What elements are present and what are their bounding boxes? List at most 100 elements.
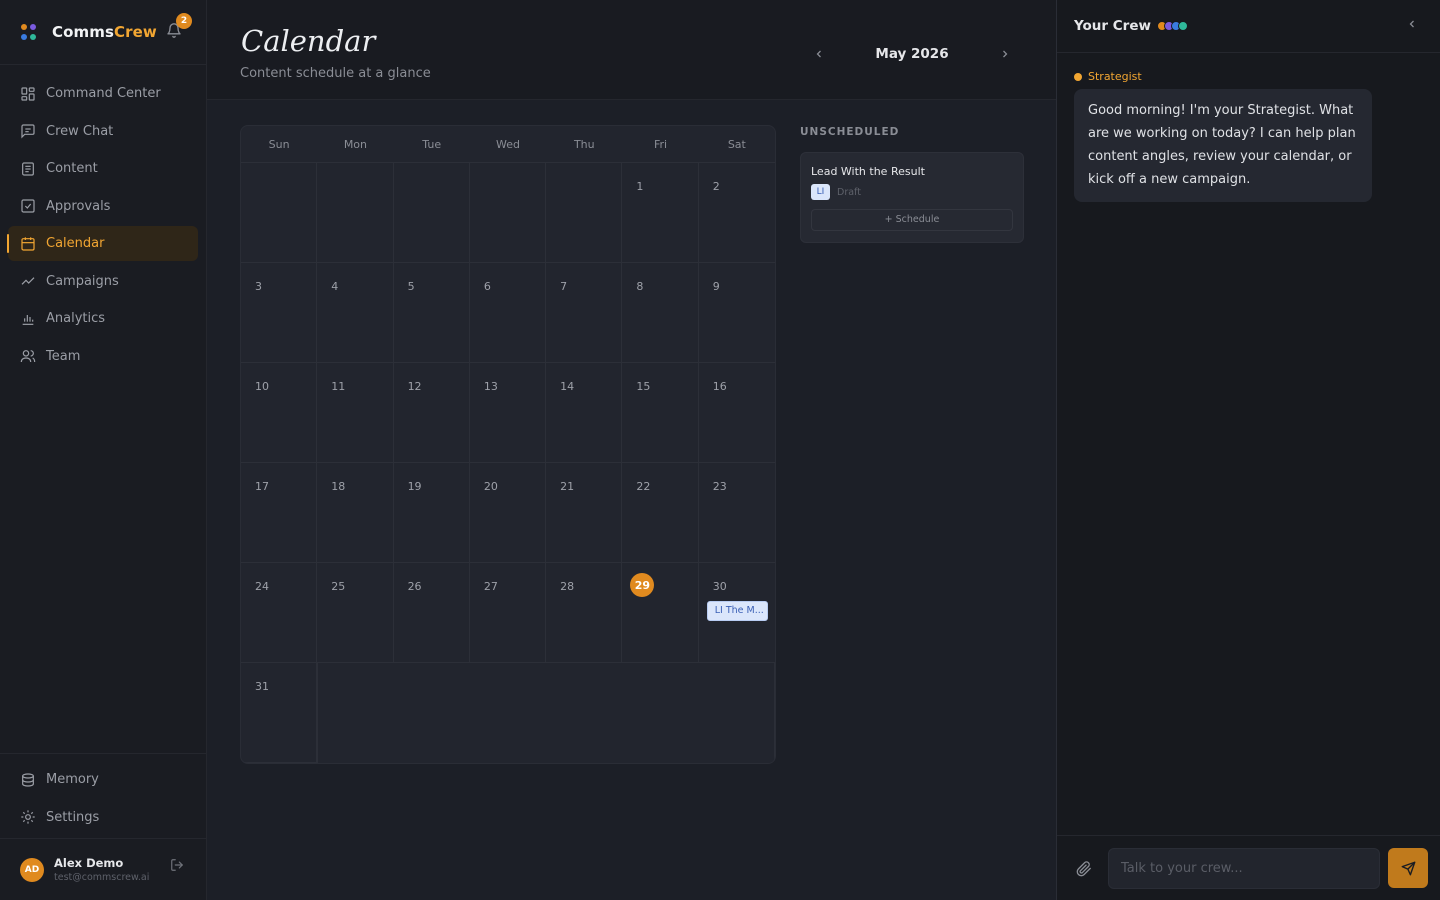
calendar-day-16[interactable]: 16 xyxy=(698,363,775,463)
calendar-day-15[interactable]: 15 xyxy=(622,363,699,463)
database-icon xyxy=(20,772,36,788)
prev-month-button[interactable] xyxy=(807,42,831,66)
day-number: 25 xyxy=(331,580,346,593)
brand-name: CommsCrew xyxy=(52,23,157,41)
calendar-day-17[interactable]: 17 xyxy=(241,463,318,563)
calendar-day-29[interactable]: 29 xyxy=(622,563,699,663)
day-number: 15 xyxy=(636,380,651,393)
day-number: 27 xyxy=(483,580,498,593)
sidebar-item-team[interactable]: Team xyxy=(8,339,198,374)
calendar-event[interactable]: LI The M... xyxy=(706,601,768,621)
calendar-day-30[interactable]: 30 LI The M... xyxy=(698,563,775,663)
sidebar-item-label: Crew Chat xyxy=(46,123,114,139)
calendar-empty-cell xyxy=(317,163,394,263)
day-number: 30 xyxy=(712,580,727,593)
unscheduled-panel: UNSCHEDULED Lead With the Result LI Draf… xyxy=(800,126,1024,243)
collapse-panel-button[interactable] xyxy=(1406,18,1418,34)
sidebar-item-calendar[interactable]: Calendar xyxy=(7,226,198,261)
user-name: Alex Demo xyxy=(54,856,124,870)
send-button[interactable] xyxy=(1388,848,1428,888)
calendar-day-31[interactable]: 31 xyxy=(241,663,318,763)
sidebar-item-label: Memory xyxy=(46,772,99,787)
calendar-day-28[interactable]: 28 xyxy=(546,563,623,663)
users-icon xyxy=(20,348,36,364)
calendar-day-4[interactable]: 4 xyxy=(317,263,394,363)
logout-icon[interactable] xyxy=(170,858,184,876)
calendar-day-13[interactable]: 13 xyxy=(469,363,547,463)
day-number: 26 xyxy=(407,580,422,593)
day-number: 9 xyxy=(712,280,720,293)
channel-badge: LI xyxy=(811,184,830,200)
calendar-day-7[interactable]: 7 xyxy=(546,263,623,363)
calendar-day-26[interactable]: 26 xyxy=(393,563,470,663)
calendar-day-22[interactable]: 22 xyxy=(622,463,699,563)
calendar-grid: Sun Mon Tue Wed Thu Fri Sat 1 2 3 4 5 6 7 8 9 10 11 12 13 1… xyxy=(240,125,776,764)
sidebar-nav: Command Center Crew Chat Content Approva… xyxy=(0,65,206,374)
avatar[interactable]: AD xyxy=(20,857,44,882)
sidebar-item-memory[interactable]: Memory xyxy=(8,762,198,797)
calendar-day-6[interactable]: 6 xyxy=(469,263,547,363)
user-email: test@commscrew.ai xyxy=(54,872,150,883)
calendar-day-3[interactable]: 3 xyxy=(241,263,318,363)
sidebar-item-crew-chat[interactable]: Crew Chat xyxy=(8,114,198,149)
calendar-day-20[interactable]: 20 xyxy=(469,463,547,563)
gear-icon xyxy=(20,809,36,825)
calendar-day-1[interactable]: 1 xyxy=(622,163,699,263)
day-number: 16 xyxy=(712,380,727,393)
calendar-icon xyxy=(20,236,36,252)
calendar-day-23[interactable]: 23 xyxy=(698,463,775,563)
sidebar-item-approvals[interactable]: Approvals xyxy=(8,189,198,224)
weekday-label: Fri xyxy=(654,138,668,151)
day-number: 10 xyxy=(255,380,269,393)
calendar-day-27[interactable]: 27 xyxy=(469,563,547,663)
unscheduled-card[interactable]: Lead With the Result LI Draft + Schedule xyxy=(800,152,1024,243)
calendar-day-9[interactable]: 9 xyxy=(698,263,775,363)
chat-input[interactable] xyxy=(1108,848,1380,889)
sidebar-item-settings[interactable]: Settings xyxy=(8,800,198,835)
chat-icon xyxy=(20,123,36,139)
calendar-day-12[interactable]: 12 xyxy=(393,363,470,463)
status-label: Draft xyxy=(837,186,861,198)
calendar-day-25[interactable]: 25 xyxy=(317,563,394,663)
sidebar-item-content[interactable]: Content xyxy=(8,151,198,186)
day-number: 31 xyxy=(255,680,269,693)
sidebar-bottom-nav: Memory Settings xyxy=(0,753,206,837)
schedule-button[interactable]: + Schedule xyxy=(811,209,1013,231)
agent-name: Strategist xyxy=(1088,70,1142,83)
day-number: 19 xyxy=(407,480,422,493)
sidebar-item-label: Analytics xyxy=(46,311,106,326)
calendar-day-5[interactable]: 5 xyxy=(393,263,470,363)
weekday-header: Sun Mon Tue Wed Thu Fri Sat xyxy=(241,126,775,163)
brand: CommsCrew 2 xyxy=(0,0,206,65)
day-number: 6 xyxy=(483,280,491,293)
day-number: 12 xyxy=(407,380,422,393)
weekday-label: Thu xyxy=(573,138,595,151)
weekday-label: Sat xyxy=(727,138,746,151)
calendar-day-11[interactable]: 11 xyxy=(317,363,394,463)
day-number: 7 xyxy=(560,280,568,293)
sidebar-item-campaigns[interactable]: Campaigns xyxy=(8,264,198,299)
calendar-day-24[interactable]: 24 xyxy=(241,563,318,663)
calendar-day-19[interactable]: 19 xyxy=(393,463,470,563)
calendar-day-14[interactable]: 14 xyxy=(546,363,623,463)
day-number: 13 xyxy=(483,380,498,393)
attach-button[interactable] xyxy=(1076,861,1092,881)
day-number: 24 xyxy=(255,580,269,593)
day-number: 3 xyxy=(255,280,262,293)
card-title: Lead With the Result xyxy=(811,165,925,178)
chat-message: Good morning! I'm your Strategist. What … xyxy=(1074,89,1372,202)
calendar-day-21[interactable]: 21 xyxy=(546,463,623,563)
day-number: 17 xyxy=(255,480,269,493)
day-number: 18 xyxy=(331,480,346,493)
calendar-day-10[interactable]: 10 xyxy=(241,363,318,463)
sidebar-item-analytics[interactable]: Analytics xyxy=(8,301,198,336)
calendar-day-8[interactable]: 8 xyxy=(622,263,699,363)
day-number: 22 xyxy=(636,480,651,493)
send-icon xyxy=(1401,861,1415,875)
day-number: 1 xyxy=(636,180,644,193)
calendar-day-2[interactable]: 2 xyxy=(698,163,775,263)
calendar-day-18[interactable]: 18 xyxy=(317,463,394,563)
sidebar-item-command-center[interactable]: Command Center xyxy=(8,76,198,111)
next-month-button[interactable] xyxy=(993,42,1017,66)
day-number: 2 xyxy=(712,180,720,193)
